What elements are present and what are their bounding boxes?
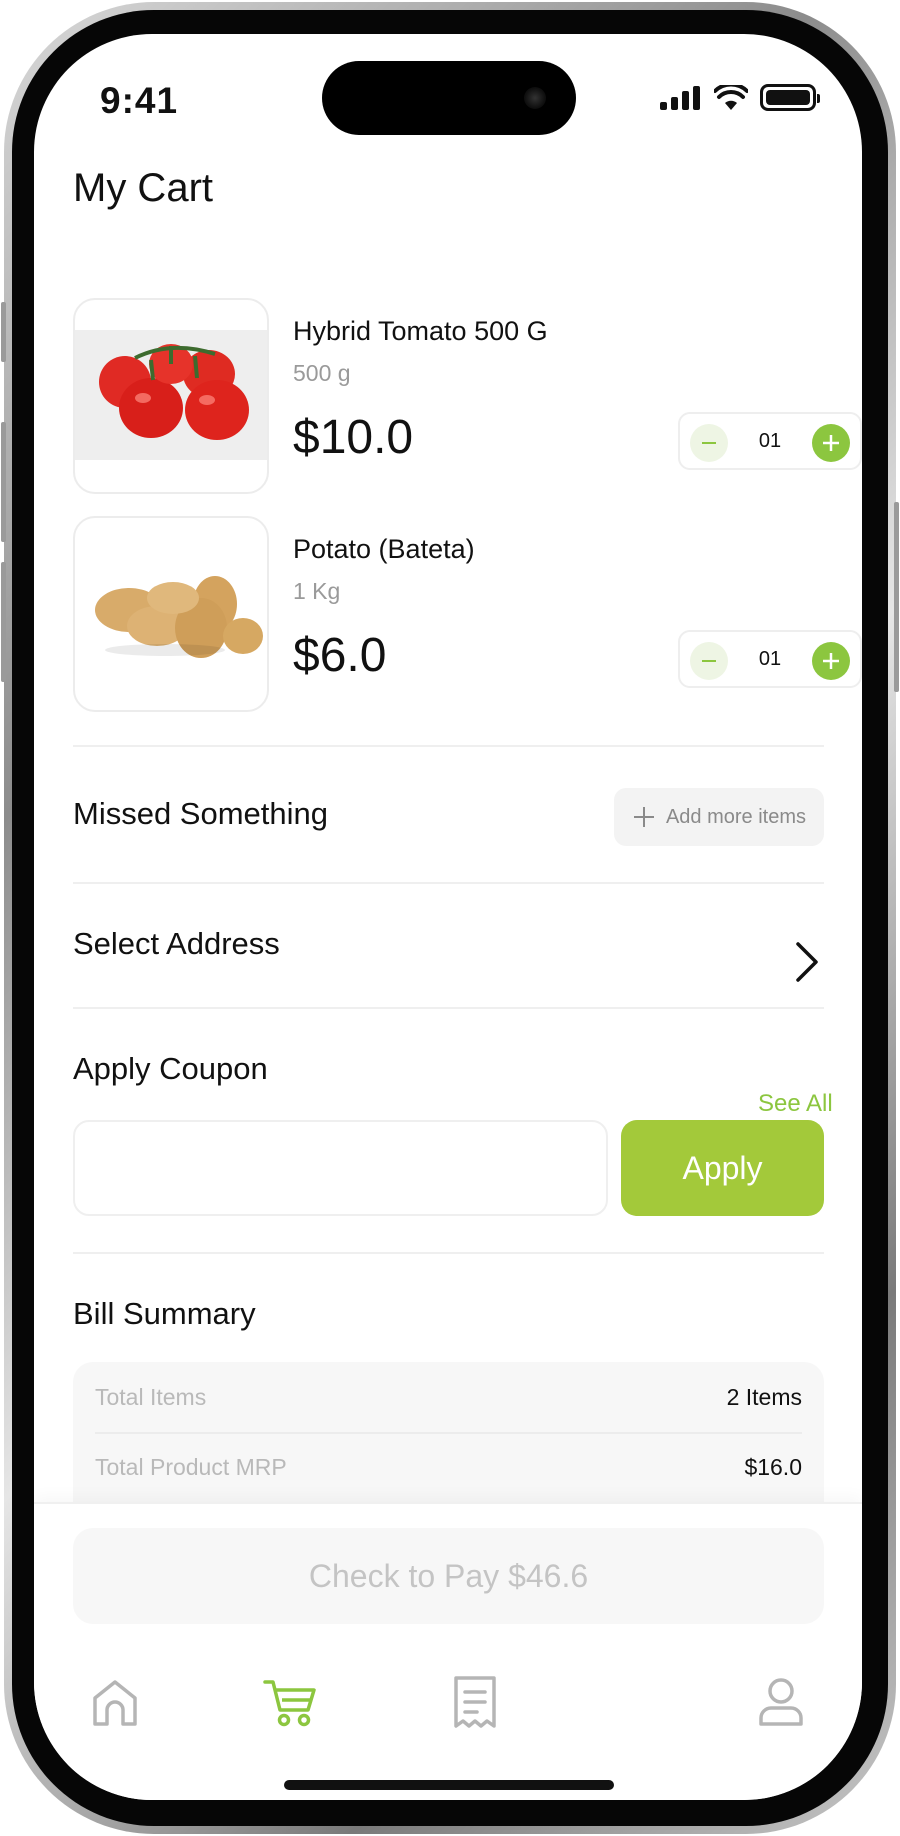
bill-summary-title: Bill Summary	[73, 1296, 256, 1331]
plus-icon	[823, 435, 839, 451]
chevron-right-icon[interactable]	[794, 940, 820, 984]
select-address-title[interactable]: Select Address	[73, 926, 280, 962]
user-icon[interactable]	[753, 1674, 809, 1730]
quantity-value: 01	[758, 430, 782, 452]
quantity-stepper: 01	[678, 630, 862, 688]
status-time: 9:41	[100, 80, 179, 121]
side-button	[1, 422, 6, 542]
quantity-value: 01	[758, 648, 782, 670]
apply-coupon-button[interactable]: Apply	[621, 1120, 824, 1216]
product-price: $6.0	[293, 629, 387, 682]
home-icon[interactable]	[87, 1674, 143, 1730]
product-image-potato[interactable]	[73, 516, 269, 712]
decrease-quantity-button[interactable]	[690, 642, 728, 680]
decrease-quantity-button[interactable]	[690, 424, 728, 462]
battery-icon	[760, 84, 820, 111]
cart-item: Hybrid Tomato 500 G 500 g $10.0 01	[73, 298, 862, 494]
divider	[73, 1007, 824, 1009]
bill-row: Total Product MRP $16.0	[95, 1432, 802, 1502]
minus-icon	[702, 442, 716, 444]
plus-icon	[633, 807, 654, 827]
divider	[73, 745, 824, 747]
app-screen: 9:41 My Cart Hybrid Tomato 500 G 500 g $…	[34, 34, 862, 1800]
home-indicator[interactable]	[284, 1780, 614, 1790]
increase-quantity-button[interactable]	[812, 642, 850, 680]
checkout-button[interactable]: Check to Pay $46.6	[73, 1528, 824, 1624]
side-button	[1, 302, 6, 362]
product-weight: 500 g	[293, 360, 351, 386]
bill-value: 2 Items	[726, 1383, 802, 1410]
cart-icon[interactable]	[262, 1674, 318, 1730]
apply-coupon-title: Apply Coupon	[73, 1051, 268, 1086]
dynamic-island	[322, 61, 576, 135]
side-button	[1, 562, 6, 682]
divider	[73, 1252, 824, 1254]
add-more-items-button[interactable]: Add more items	[614, 788, 824, 846]
wifi-icon	[714, 84, 748, 110]
signal-icon	[660, 85, 700, 110]
increase-quantity-button[interactable]	[812, 424, 850, 462]
add-more-items-label: Add more items	[665, 805, 807, 828]
page-title: My Cart	[73, 166, 213, 210]
product-name: Hybrid Tomato 500 G	[293, 316, 548, 346]
bottom-panel: Check to Pay $46.6	[34, 1502, 862, 1800]
bill-label: Total Product MRP	[95, 1453, 287, 1480]
product-weight: 1 Kg	[293, 578, 341, 604]
bill-row: Total Items 2 Items	[95, 1362, 802, 1432]
bill-label: Total Items	[95, 1383, 207, 1410]
cart-item: Potato (Bateta) 1 Kg $6.0 01	[73, 516, 862, 712]
see-all-link[interactable]: See All	[758, 1090, 833, 1118]
missed-something-title: Missed Something	[73, 796, 329, 831]
receipt-icon[interactable]	[447, 1674, 503, 1730]
plus-icon	[823, 653, 839, 669]
product-name: Potato (Bateta)	[293, 534, 475, 564]
bill-value: $16.0	[744, 1453, 802, 1480]
product-image-tomato[interactable]	[73, 298, 269, 494]
quantity-stepper: 01	[678, 412, 862, 470]
status-icons	[660, 84, 820, 111]
camera-icon	[524, 87, 546, 109]
coupon-input[interactable]	[73, 1120, 608, 1216]
side-button	[894, 502, 899, 692]
product-price: $10.0	[293, 411, 414, 464]
minus-icon	[702, 660, 716, 662]
bill-summary-card: Total Items 2 Items Total Product MRP $1…	[73, 1362, 824, 1522]
divider	[73, 882, 824, 884]
